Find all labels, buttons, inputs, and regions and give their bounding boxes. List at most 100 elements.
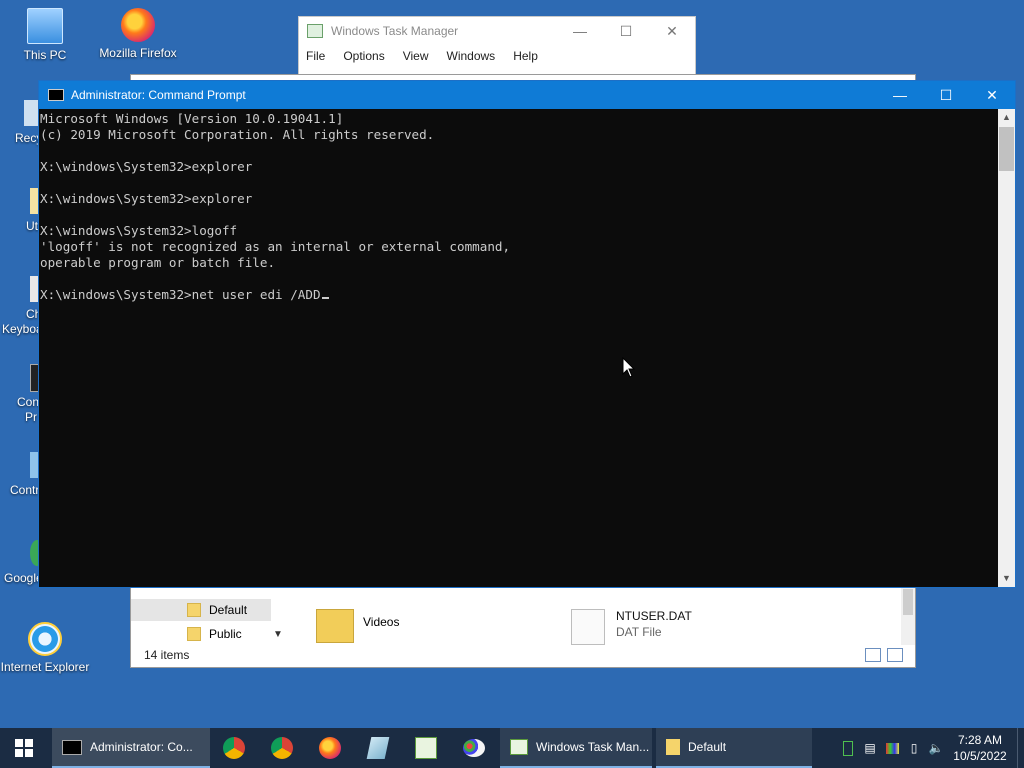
desktop-icon-this-pc[interactable]: This PC	[0, 8, 90, 62]
console-output[interactable]: Microsoft Windows [Version 10.0.19041.1]…	[39, 109, 999, 587]
menu-bar: File Options View Windows Help	[299, 45, 695, 67]
paint-icon	[463, 739, 485, 757]
desktop-icon-label[interactable]: Google	[4, 571, 43, 585]
taskbar-button-task-manager[interactable]: Windows Task Man...	[500, 728, 652, 768]
desktop-icon-firefox[interactable]: Mozilla Firefox	[93, 8, 183, 60]
command-prompt-icon	[48, 89, 64, 101]
close-button[interactable]: ✕	[649, 23, 695, 40]
nav-item-label: Default	[209, 603, 248, 617]
console-line: X:\windows\System32>explorer	[40, 159, 253, 174]
clock[interactable]: 7:28 AM 10/5/2022	[947, 732, 1013, 764]
maximize-button[interactable]: ☐	[923, 81, 969, 109]
menu-help[interactable]: Help	[513, 49, 538, 63]
desktop-icon-label: This PC	[23, 48, 67, 62]
nav-item-public[interactable]: Public	[131, 623, 271, 645]
console-line: X:\windows\System32>explorer	[40, 191, 253, 206]
menu-options[interactable]: Options	[343, 49, 384, 63]
window-title: Administrator: Command Prompt	[71, 88, 246, 102]
scroll-up-arrow-icon[interactable]: ▲	[998, 109, 1015, 126]
maximize-button[interactable]: ☐	[603, 23, 649, 40]
file-type: DAT File	[616, 625, 662, 639]
desktop-icon-label[interactable]: Ut	[26, 219, 38, 233]
console-line: (c) 2019 Microsoft Corporation. All righ…	[40, 127, 435, 142]
notepad-icon	[366, 737, 390, 759]
folder-icon	[666, 739, 680, 755]
taskbar: Administrator: Co... Windows Task Man...…	[0, 728, 1024, 768]
start-button[interactable]	[0, 728, 48, 768]
video-folder-icon	[316, 609, 354, 643]
folder-icon	[187, 627, 201, 641]
chrome-icon	[223, 737, 245, 759]
minimize-button[interactable]: —	[557, 23, 603, 40]
file-icon	[571, 609, 605, 645]
nav-item-default[interactable]: Default	[131, 599, 271, 621]
task-manager-icon	[510, 739, 528, 755]
folder-icon	[187, 603, 201, 617]
large-icons-view-icon[interactable]	[887, 648, 903, 662]
menu-file[interactable]: File	[306, 49, 325, 63]
chrome-icon	[271, 737, 293, 759]
desktop-icon-internet-explorer[interactable]: Internet Explorer	[0, 622, 90, 674]
chrome-pin[interactable]	[210, 728, 258, 768]
network-icon[interactable]: ▤	[859, 728, 881, 768]
recycle-bin-icon[interactable]	[24, 100, 38, 126]
task-manager-icon	[307, 24, 323, 38]
scroll-down-arrow-icon[interactable]: ▼	[998, 570, 1015, 587]
status-bar: 14 items	[131, 643, 915, 667]
desktop-icon-label[interactable]: Contr	[10, 483, 39, 497]
command-prompt-titlebar[interactable]: Administrator: Command Prompt — ☐ ✕	[39, 81, 1015, 109]
console-line: X:\windows\System32>logoff	[40, 223, 238, 238]
file-name: Videos	[363, 615, 400, 629]
menu-view[interactable]: View	[403, 49, 429, 63]
firefox-icon	[319, 737, 341, 759]
console-line: operable program or batch file.	[40, 255, 276, 270]
speaker-muted-icon[interactable]: 🔈	[925, 728, 947, 768]
minimize-button[interactable]: —	[877, 81, 923, 109]
nav-item-label: Public	[209, 627, 242, 641]
show-desktop-button[interactable]	[1017, 728, 1024, 768]
desktop-icon-label[interactable]: Con	[17, 395, 39, 409]
close-button[interactable]: ✕	[969, 81, 1015, 109]
taskbar-button-label: Windows Task Man...	[536, 740, 650, 754]
usb-icon[interactable]: ▯	[903, 728, 925, 768]
vertical-scrollbar[interactable]	[901, 587, 915, 645]
command-prompt-icon	[62, 739, 82, 755]
firefox-pin[interactable]	[306, 728, 354, 768]
this-pc-icon	[27, 8, 63, 44]
text-cursor	[321, 297, 329, 299]
taskbar-button-explorer-default[interactable]: Default	[656, 728, 812, 768]
firefox-icon	[121, 8, 155, 42]
scrollbar-thumb[interactable]	[903, 589, 913, 615]
battery-icon[interactable]	[837, 728, 859, 768]
vertical-scrollbar[interactable]: ▲ ▼	[998, 109, 1015, 587]
internet-explorer-icon	[28, 622, 62, 656]
scroll-down-chevron-icon[interactable]: ▼	[273, 629, 283, 640]
notepad-pin[interactable]	[354, 728, 402, 768]
task-manager-icon	[415, 737, 437, 759]
desktop-icon-label: Mozilla Firefox	[99, 46, 177, 60]
taskbar-button-command-prompt[interactable]: Administrator: Co...	[52, 728, 210, 768]
task-manager-titlebar[interactable]: Windows Task Manager — ☐ ✕	[299, 17, 695, 45]
details-view-icon[interactable]	[865, 648, 881, 662]
clock-date: 10/5/2022	[953, 749, 1007, 763]
task-manager-pin[interactable]	[402, 728, 450, 768]
console-input-line[interactable]: X:\windows\System32>net user edi /ADD	[40, 287, 999, 303]
file-name: NTUSER.DAT	[616, 609, 692, 623]
desktop-icon-label[interactable]: Keyboa	[2, 322, 43, 336]
system-tray: ▤ ▯ 🔈 7:28 AM 10/5/2022	[837, 728, 1024, 768]
command-prompt-window[interactable]: Administrator: Command Prompt — ☐ ✕ Micr…	[38, 80, 1016, 588]
desktop-icon-label[interactable]: Pr	[25, 410, 37, 424]
menu-windows[interactable]: Windows	[447, 49, 496, 63]
paint-pin[interactable]	[450, 728, 498, 768]
scrollbar-thumb[interactable]	[999, 127, 1014, 171]
console-line: Microsoft Windows [Version 10.0.19041.1]	[40, 111, 344, 126]
chrome-pin-2[interactable]	[258, 728, 306, 768]
task-manager-window[interactable]: Windows Task Manager — ☐ ✕ File Options …	[298, 16, 696, 78]
item-count: 14 items	[144, 648, 190, 662]
window-title: Windows Task Manager	[331, 24, 459, 38]
display-icon[interactable]	[881, 728, 903, 768]
